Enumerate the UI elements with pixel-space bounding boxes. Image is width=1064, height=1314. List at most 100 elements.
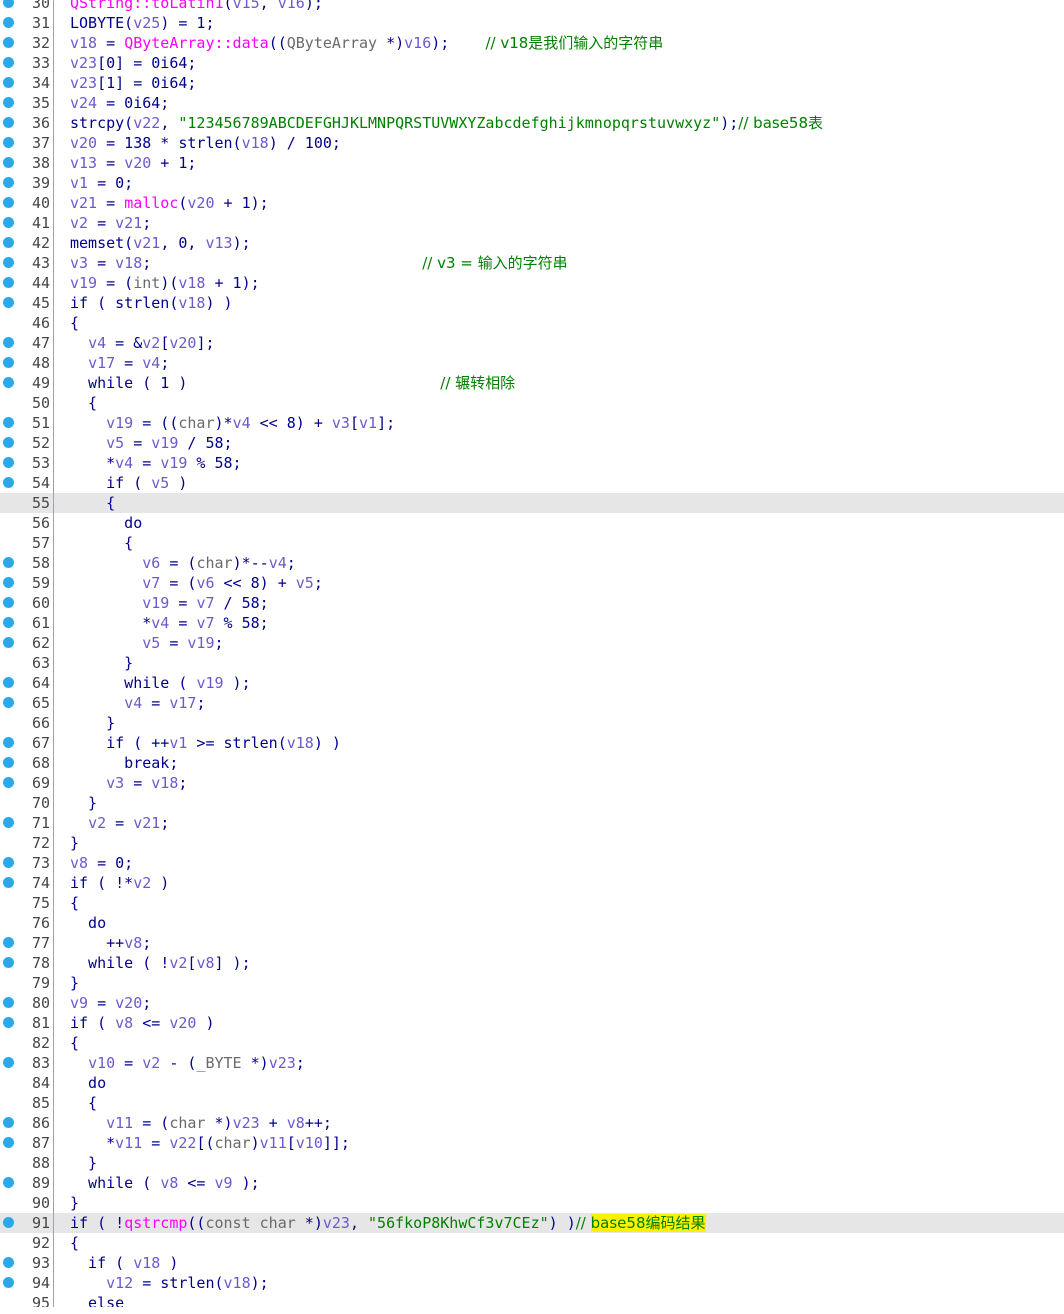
code-line[interactable]: 65 v4 = v17; (0, 693, 1064, 713)
breakpoint-dot-icon[interactable] (3, 217, 14, 228)
code-line[interactable]: 92 { (0, 1233, 1064, 1253)
code-line[interactable]: 60 v19 = v7 / 58; (0, 593, 1064, 613)
code-line[interactable]: 94 v12 = strlen(v18); (0, 1273, 1064, 1293)
breakpoint-dot-icon[interactable] (3, 637, 14, 648)
breakpoint-dot-icon[interactable] (3, 757, 14, 768)
code-line[interactable]: 89 while ( v8 <= v9 ); (0, 1173, 1064, 1193)
breakpoint-dot-icon[interactable] (3, 57, 14, 68)
breakpoint-dot-icon[interactable] (3, 477, 14, 488)
code-line[interactable]: 70 } (0, 793, 1064, 813)
code-line[interactable]: 62 v5 = v19; (0, 633, 1064, 653)
code-line[interactable]: 43 v3 = v18; // v3 = 输入的字符串 (0, 253, 1064, 273)
code-line[interactable]: 85 { (0, 1093, 1064, 1113)
code-line[interactable]: 83 v10 = v2 - (_BYTE *)v23; (0, 1053, 1064, 1073)
breakpoint-dot-icon[interactable] (3, 597, 14, 608)
code-line[interactable]: 86 v11 = (char *)v23 + v8++; (0, 1113, 1064, 1133)
breakpoint-dot-icon[interactable] (3, 377, 14, 388)
code-line[interactable]: 77 ++v8; (0, 933, 1064, 953)
breakpoint-dot-icon[interactable] (3, 677, 14, 688)
pseudocode-view[interactable]: 30 QString::toLatin1(v15, v16); 31 LOBYTE(v… (0, 0, 1064, 1307)
breakpoint-dot-icon[interactable] (3, 817, 14, 828)
code-line[interactable]: 45 if ( strlen(v18) ) (0, 293, 1064, 313)
breakpoint-dot-icon[interactable] (3, 1137, 14, 1148)
code-line[interactable]: 51 v19 = ((char)*v4 << 8) + v3[v1]; (0, 413, 1064, 433)
code-line[interactable]: 55 { (0, 493, 1064, 513)
breakpoint-dot-icon[interactable] (3, 137, 14, 148)
code-line[interactable]: 56 do (0, 513, 1064, 533)
code-line[interactable]: 50 { (0, 393, 1064, 413)
code-line[interactable]: 30 QString::toLatin1(v15, v16); (0, 0, 1064, 13)
code-line[interactable]: 81 if ( v8 <= v20 ) (0, 1013, 1064, 1033)
breakpoint-dot-icon[interactable] (3, 357, 14, 368)
breakpoint-dot-icon[interactable] (3, 1217, 14, 1228)
breakpoint-dot-icon[interactable] (3, 617, 14, 628)
breakpoint-dot-icon[interactable] (3, 1117, 14, 1128)
breakpoint-dot-icon[interactable] (3, 157, 14, 168)
code-line[interactable]: 36 strcpy(v22, "123456789ABCDEFGHJKLMNPQR… (0, 113, 1064, 133)
code-line[interactable]: 53 *v4 = v19 % 58; (0, 453, 1064, 473)
code-line[interactable]: 66 } (0, 713, 1064, 733)
breakpoint-dot-icon[interactable] (3, 997, 14, 1008)
code-line[interactable]: 34 v23[1] = 0i64; (0, 73, 1064, 93)
code-line[interactable]: 38 v13 = v20 + 1; (0, 153, 1064, 173)
code-line[interactable]: 37 v20 = 138 * strlen(v18) / 100; (0, 133, 1064, 153)
code-line[interactable]: 48 v17 = v4; (0, 353, 1064, 373)
code-line[interactable]: 95 else (0, 1293, 1064, 1307)
breakpoint-dot-icon[interactable] (3, 237, 14, 248)
breakpoint-dot-icon[interactable] (3, 777, 14, 788)
code-line[interactable]: 68 break; (0, 753, 1064, 773)
code-line[interactable]: 39 v1 = 0; (0, 173, 1064, 193)
breakpoint-dot-icon[interactable] (3, 577, 14, 588)
code-line[interactable]: 61 *v4 = v7 % 58; (0, 613, 1064, 633)
code-line[interactable]: 31 LOBYTE(v25) = 1; (0, 13, 1064, 33)
breakpoint-dot-icon[interactable] (3, 737, 14, 748)
code-line[interactable]: 78 while ( !v2[v8] ); (0, 953, 1064, 973)
breakpoint-dot-icon[interactable] (3, 1277, 14, 1288)
breakpoint-dot-icon[interactable] (3, 37, 14, 48)
breakpoint-dot-icon[interactable] (3, 297, 14, 308)
code-line[interactable]: 91 if ( !qstrcmp((const char *)v23, "56fk… (0, 1213, 1064, 1233)
breakpoint-dot-icon[interactable] (3, 697, 14, 708)
code-line[interactable]: 46 { (0, 313, 1064, 333)
breakpoint-dot-icon[interactable] (3, 437, 14, 448)
breakpoint-dot-icon[interactable] (3, 1257, 14, 1268)
breakpoint-dot-icon[interactable] (3, 877, 14, 888)
breakpoint-dot-icon[interactable] (3, 1177, 14, 1188)
breakpoint-dot-icon[interactable] (3, 77, 14, 88)
breakpoint-dot-icon[interactable] (3, 0, 14, 8)
code-line[interactable]: 64 while ( v19 ); (0, 673, 1064, 693)
breakpoint-dot-icon[interactable] (3, 417, 14, 428)
code-line[interactable]: 47 v4 = &v2[v20]; (0, 333, 1064, 353)
code-line[interactable]: 58 v6 = (char)*--v4; (0, 553, 1064, 573)
breakpoint-dot-icon[interactable] (3, 1017, 14, 1028)
breakpoint-dot-icon[interactable] (3, 197, 14, 208)
code-line[interactable]: 49 while ( 1 ) // 辗转相除 (0, 373, 1064, 393)
code-line[interactable]: 82 { (0, 1033, 1064, 1053)
breakpoint-dot-icon[interactable] (3, 337, 14, 348)
code-line[interactable]: 87 *v11 = v22[(char)v11[v10]]; (0, 1133, 1064, 1153)
code-line[interactable]: 42 memset(v21, 0, v13); (0, 233, 1064, 253)
code-line[interactable]: 69 v3 = v18; (0, 773, 1064, 793)
code-line[interactable]: 73 v8 = 0; (0, 853, 1064, 873)
code-line[interactable]: 88 } (0, 1153, 1064, 1173)
code-line[interactable]: 54 if ( v5 ) (0, 473, 1064, 493)
breakpoint-dot-icon[interactable] (3, 17, 14, 28)
code-line[interactable]: 84 do (0, 1073, 1064, 1093)
code-line[interactable]: 40 v21 = malloc(v20 + 1); (0, 193, 1064, 213)
breakpoint-dot-icon[interactable] (3, 957, 14, 968)
breakpoint-dot-icon[interactable] (3, 457, 14, 468)
breakpoint-dot-icon[interactable] (3, 177, 14, 188)
breakpoint-dot-icon[interactable] (3, 97, 14, 108)
breakpoint-dot-icon[interactable] (3, 257, 14, 268)
code-line[interactable]: 93 if ( v18 ) (0, 1253, 1064, 1273)
code-line[interactable]: 33 v23[0] = 0i64; (0, 53, 1064, 73)
code-line[interactable]: 63 } (0, 653, 1064, 673)
code-line[interactable]: 71 v2 = v21; (0, 813, 1064, 833)
breakpoint-dot-icon[interactable] (3, 277, 14, 288)
breakpoint-dot-icon[interactable] (3, 1057, 14, 1068)
code-line[interactable]: 52 v5 = v19 / 58; (0, 433, 1064, 453)
code-line[interactable]: 72} (0, 833, 1064, 853)
code-line[interactable]: 35 v24 = 0i64; (0, 93, 1064, 113)
code-line[interactable]: 74 if ( !*v2 ) (0, 873, 1064, 893)
code-line[interactable]: 79} (0, 973, 1064, 993)
